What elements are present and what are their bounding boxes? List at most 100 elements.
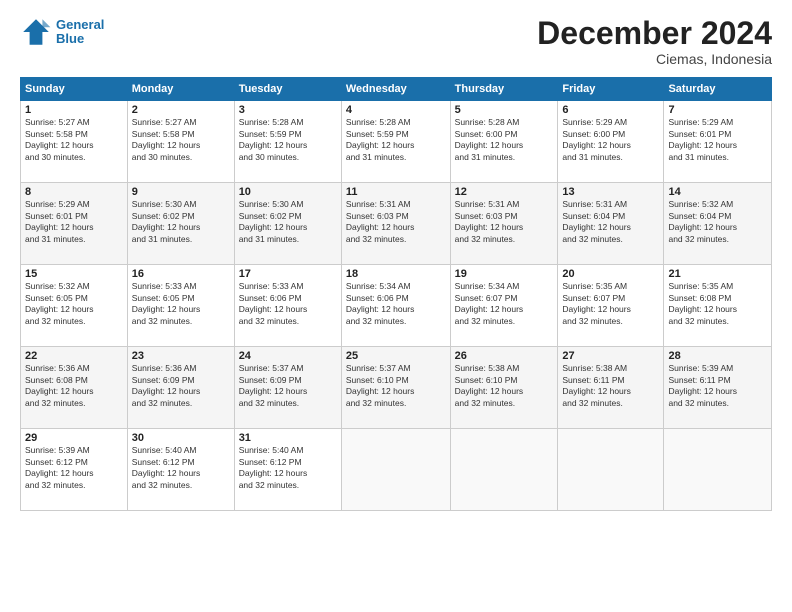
table-row: 21Sunrise: 5:35 AM Sunset: 6:08 PM Dayli… [664,265,772,347]
table-row: 9Sunrise: 5:30 AM Sunset: 6:02 PM Daylig… [127,183,234,265]
table-row: 13Sunrise: 5:31 AM Sunset: 6:04 PM Dayli… [558,183,664,265]
table-row: 19Sunrise: 5:34 AM Sunset: 6:07 PM Dayli… [450,265,558,347]
day-info: Sunrise: 5:30 AM Sunset: 6:02 PM Dayligh… [239,199,337,245]
day-number: 4 [346,104,446,116]
day-info: Sunrise: 5:31 AM Sunset: 6:04 PM Dayligh… [562,199,659,245]
table-row: 24Sunrise: 5:37 AM Sunset: 6:09 PM Dayli… [234,347,341,429]
day-info: Sunrise: 5:34 AM Sunset: 6:07 PM Dayligh… [455,281,554,327]
day-number: 29 [25,432,123,444]
day-number: 25 [346,350,446,362]
table-row: 4Sunrise: 5:28 AM Sunset: 5:59 PM Daylig… [341,101,450,183]
day-number: 18 [346,268,446,280]
day-number: 26 [455,350,554,362]
day-info: Sunrise: 5:27 AM Sunset: 5:58 PM Dayligh… [132,117,230,163]
page: General Blue December 2024 Ciemas, Indon… [0,0,792,612]
day-number: 19 [455,268,554,280]
col-thursday: Thursday [450,78,558,101]
day-info: Sunrise: 5:36 AM Sunset: 6:09 PM Dayligh… [132,363,230,409]
col-friday: Friday [558,78,664,101]
day-info: Sunrise: 5:31 AM Sunset: 6:03 PM Dayligh… [346,199,446,245]
day-number: 27 [562,350,659,362]
table-row [341,429,450,511]
day-info: Sunrise: 5:35 AM Sunset: 6:07 PM Dayligh… [562,281,659,327]
day-info: Sunrise: 5:39 AM Sunset: 6:11 PM Dayligh… [668,363,767,409]
day-number: 3 [239,104,337,116]
logo: General Blue [20,16,104,48]
day-number: 13 [562,186,659,198]
day-info: Sunrise: 5:32 AM Sunset: 6:04 PM Dayligh… [668,199,767,245]
table-row: 5Sunrise: 5:28 AM Sunset: 6:00 PM Daylig… [450,101,558,183]
day-info: Sunrise: 5:29 AM Sunset: 6:01 PM Dayligh… [25,199,123,245]
logo-text: General Blue [56,18,104,47]
day-info: Sunrise: 5:28 AM Sunset: 6:00 PM Dayligh… [455,117,554,163]
day-info: Sunrise: 5:37 AM Sunset: 6:10 PM Dayligh… [346,363,446,409]
day-number: 1 [25,104,123,116]
day-number: 7 [668,104,767,116]
day-info: Sunrise: 5:34 AM Sunset: 6:06 PM Dayligh… [346,281,446,327]
day-info: Sunrise: 5:36 AM Sunset: 6:08 PM Dayligh… [25,363,123,409]
day-number: 21 [668,268,767,280]
calendar-week-row: 8Sunrise: 5:29 AM Sunset: 6:01 PM Daylig… [21,183,772,265]
table-row: 2Sunrise: 5:27 AM Sunset: 5:58 PM Daylig… [127,101,234,183]
day-number: 14 [668,186,767,198]
day-info: Sunrise: 5:31 AM Sunset: 6:03 PM Dayligh… [455,199,554,245]
day-number: 22 [25,350,123,362]
table-row: 28Sunrise: 5:39 AM Sunset: 6:11 PM Dayli… [664,347,772,429]
header: General Blue December 2024 Ciemas, Indon… [20,16,772,67]
table-row: 20Sunrise: 5:35 AM Sunset: 6:07 PM Dayli… [558,265,664,347]
table-row: 17Sunrise: 5:33 AM Sunset: 6:06 PM Dayli… [234,265,341,347]
col-sunday: Sunday [21,78,128,101]
table-row: 14Sunrise: 5:32 AM Sunset: 6:04 PM Dayli… [664,183,772,265]
table-row [450,429,558,511]
day-number: 5 [455,104,554,116]
calendar-week-row: 22Sunrise: 5:36 AM Sunset: 6:08 PM Dayli… [21,347,772,429]
table-row: 31Sunrise: 5:40 AM Sunset: 6:12 PM Dayli… [234,429,341,511]
table-row [558,429,664,511]
table-row: 23Sunrise: 5:36 AM Sunset: 6:09 PM Dayli… [127,347,234,429]
day-info: Sunrise: 5:28 AM Sunset: 5:59 PM Dayligh… [239,117,337,163]
day-number: 17 [239,268,337,280]
day-number: 12 [455,186,554,198]
day-info: Sunrise: 5:33 AM Sunset: 6:05 PM Dayligh… [132,281,230,327]
col-tuesday: Tuesday [234,78,341,101]
day-number: 16 [132,268,230,280]
day-number: 10 [239,186,337,198]
day-info: Sunrise: 5:30 AM Sunset: 6:02 PM Dayligh… [132,199,230,245]
day-number: 20 [562,268,659,280]
day-number: 6 [562,104,659,116]
day-info: Sunrise: 5:40 AM Sunset: 6:12 PM Dayligh… [239,445,337,491]
day-number: 15 [25,268,123,280]
table-row: 30Sunrise: 5:40 AM Sunset: 6:12 PM Dayli… [127,429,234,511]
day-number: 30 [132,432,230,444]
day-info: Sunrise: 5:27 AM Sunset: 5:58 PM Dayligh… [25,117,123,163]
day-info: Sunrise: 5:39 AM Sunset: 6:12 PM Dayligh… [25,445,123,491]
table-row [664,429,772,511]
day-info: Sunrise: 5:29 AM Sunset: 6:01 PM Dayligh… [668,117,767,163]
col-wednesday: Wednesday [341,78,450,101]
table-row: 22Sunrise: 5:36 AM Sunset: 6:08 PM Dayli… [21,347,128,429]
calendar-week-row: 29Sunrise: 5:39 AM Sunset: 6:12 PM Dayli… [21,429,772,511]
calendar-header-row: Sunday Monday Tuesday Wednesday Thursday… [21,78,772,101]
day-number: 2 [132,104,230,116]
month-title: December 2024 [537,16,772,51]
col-monday: Monday [127,78,234,101]
location-subtitle: Ciemas, Indonesia [537,51,772,67]
day-number: 8 [25,186,123,198]
table-row: 7Sunrise: 5:29 AM Sunset: 6:01 PM Daylig… [664,101,772,183]
day-info: Sunrise: 5:33 AM Sunset: 6:06 PM Dayligh… [239,281,337,327]
col-saturday: Saturday [664,78,772,101]
table-row: 8Sunrise: 5:29 AM Sunset: 6:01 PM Daylig… [21,183,128,265]
calendar-week-row: 15Sunrise: 5:32 AM Sunset: 6:05 PM Dayli… [21,265,772,347]
table-row: 25Sunrise: 5:37 AM Sunset: 6:10 PM Dayli… [341,347,450,429]
day-number: 28 [668,350,767,362]
table-row: 1Sunrise: 5:27 AM Sunset: 5:58 PM Daylig… [21,101,128,183]
day-number: 11 [346,186,446,198]
table-row: 16Sunrise: 5:33 AM Sunset: 6:05 PM Dayli… [127,265,234,347]
table-row: 15Sunrise: 5:32 AM Sunset: 6:05 PM Dayli… [21,265,128,347]
table-row: 18Sunrise: 5:34 AM Sunset: 6:06 PM Dayli… [341,265,450,347]
day-info: Sunrise: 5:38 AM Sunset: 6:11 PM Dayligh… [562,363,659,409]
day-info: Sunrise: 5:28 AM Sunset: 5:59 PM Dayligh… [346,117,446,163]
day-number: 24 [239,350,337,362]
day-info: Sunrise: 5:29 AM Sunset: 6:00 PM Dayligh… [562,117,659,163]
title-block: December 2024 Ciemas, Indonesia [537,16,772,67]
